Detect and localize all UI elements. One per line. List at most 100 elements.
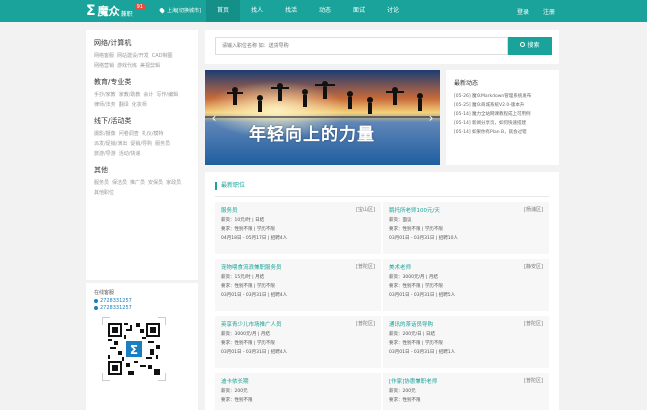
category-link[interactable]: 美视剪辑 bbox=[140, 62, 160, 69]
logo-mark-icon: Σ bbox=[86, 3, 96, 19]
category-link[interactable]: 保洁员 bbox=[112, 179, 127, 186]
job-card[interactable]: [作家]协惠兼职老师 [普陀区] 薪资：200元 要求：性别不限 bbox=[383, 373, 549, 410]
job-salary: 薪资：面议 bbox=[389, 218, 412, 223]
job-card[interactable]: 通讯的茶话员导购 [普陀区] 薪资：200元/日 | 日结 要求：性别不限 | … bbox=[383, 316, 549, 368]
news-title: 最新动态 bbox=[454, 80, 479, 87]
job-salary: 薪资：3000元/月 | 月结 bbox=[221, 332, 270, 337]
logo-text: 魔众 bbox=[97, 5, 120, 18]
nav-item-home[interactable]: 首页 bbox=[206, 0, 240, 22]
nav-item-find-people[interactable]: 找人 bbox=[240, 0, 274, 22]
job-salary: 薪资：200元 bbox=[221, 389, 248, 394]
category-group: 教育/专业类 手抄/家教 家教/助教 会计 写作/编辑 律师/法务 翻译 化妆师 bbox=[94, 77, 190, 108]
category-link[interactable]: 推广员 bbox=[130, 179, 145, 186]
job-card[interactable]: 宠物喂食流浪兼职服务员 [普陀区] 薪资：15元/时 | 月结 要求：性别不限 … bbox=[215, 259, 381, 311]
job-title[interactable]: 宠物喂食流浪兼职服务员 bbox=[221, 263, 375, 271]
category-title[interactable]: 教育/专业类 bbox=[94, 77, 190, 87]
category-link[interactable]: 手抄/家教 bbox=[94, 91, 116, 98]
register-link[interactable]: 注册 bbox=[543, 7, 555, 16]
top-bar: Σ 魔众 兼职 91 上海[切换城市] 首页 找人 找活 动态 面试 讨论 登录… bbox=[0, 0, 647, 22]
category-link[interactable]: 安保员 bbox=[148, 179, 163, 186]
login-link[interactable]: 登录 bbox=[517, 7, 529, 16]
logo-badge: 91 bbox=[134, 4, 145, 10]
job-period: 03月01日 - 03月31日 | 招聘4人 bbox=[221, 293, 288, 298]
banner-slogan: 年轻向上的力量 bbox=[249, 125, 375, 145]
job-salary: 薪资：200元 bbox=[389, 389, 416, 394]
category-group: 线下/活动类 摄影/摄像 问卷调查 礼仪/模特 派发/促销/演出 促销/导购 服… bbox=[94, 116, 190, 157]
job-title[interactable]: 服务员 bbox=[221, 206, 375, 214]
category-link[interactable]: 写作/编辑 bbox=[156, 91, 178, 98]
job-title[interactable]: 英享青少儿市场推广人员 bbox=[221, 320, 375, 328]
qq-icon bbox=[94, 299, 98, 303]
nav-item-feed[interactable]: 动态 bbox=[308, 0, 342, 22]
category-link[interactable]: 网络客服 bbox=[94, 52, 114, 59]
job-card[interactable]: 鹅托所老师100元/天 [杨浦区] 薪资：面议 要求：性别不限 | 学历不限 0… bbox=[383, 202, 549, 254]
category-link[interactable]: 游戏代练 bbox=[117, 62, 137, 69]
job-area: [杨浦区] bbox=[524, 207, 543, 213]
category-link[interactable]: 网站建设/开发 bbox=[117, 52, 149, 59]
category-link[interactable]: 问卷调查 bbox=[119, 130, 139, 137]
city-switcher[interactable]: 上海[切换城市] bbox=[158, 7, 201, 14]
category-link[interactable]: 礼仪/模特 bbox=[142, 130, 164, 137]
category-link[interactable]: 化妆师 bbox=[132, 101, 147, 108]
category-link[interactable]: CAD制图 bbox=[152, 52, 173, 59]
nav-item-interview[interactable]: 面试 bbox=[342, 0, 376, 22]
qq-contact[interactable]: 2728331257 bbox=[94, 305, 190, 311]
nav-item-discussion[interactable]: 讨论 bbox=[376, 0, 410, 22]
city-label: 上海[切换城市] bbox=[167, 8, 201, 14]
banner-carousel[interactable]: ‹ › 年轻向上的力量 bbox=[205, 70, 440, 165]
job-area: [普陀区] bbox=[524, 378, 543, 384]
category-link[interactable]: 翻译 bbox=[119, 101, 129, 108]
job-requirements: 要求：性别不限 | 学历不限 bbox=[389, 284, 443, 289]
category-link[interactable]: 服务员 bbox=[155, 140, 170, 147]
category-link[interactable]: 促销/导购 bbox=[130, 140, 152, 147]
category-link[interactable]: 家政员 bbox=[166, 179, 181, 186]
news-item[interactable]: [05-14] 新闻分享页，如何快速搭建 bbox=[454, 120, 551, 126]
job-card[interactable]: 美术老师 [静安区] 薪资：3000元/月 | 月结 要求：性别不限 | 学历不… bbox=[383, 259, 549, 311]
job-area: [普陀区] bbox=[356, 321, 375, 327]
job-requirements: 要求：性别不限 | 学历不限 bbox=[221, 341, 275, 346]
category-title[interactable]: 线下/活动类 bbox=[94, 116, 190, 126]
banner-next-arrow-icon[interactable]: › bbox=[426, 110, 436, 126]
category-link[interactable]: 服务员 bbox=[94, 179, 109, 186]
job-card[interactable]: 迪卡侬长期 薪资：200元 要求：性别不限 bbox=[215, 373, 381, 410]
job-title[interactable]: [作家]协惠兼职老师 bbox=[389, 377, 543, 385]
qq-contact[interactable]: 2728331257 bbox=[94, 298, 190, 304]
category-title[interactable]: 网络/计算机 bbox=[94, 38, 190, 48]
site-logo[interactable]: Σ 魔众 兼职 91 bbox=[86, 2, 145, 20]
category-link[interactable]: 活动/快递 bbox=[119, 150, 141, 157]
job-period: 03月01日 - 03月31日 | 招聘1人 bbox=[389, 350, 456, 355]
job-period: 04月18日 - 05月17日 | 招聘4人 bbox=[221, 236, 288, 241]
job-requirements: 要求：性别不限 | 学历不限 bbox=[389, 341, 443, 346]
category-link[interactable]: 其他职位 bbox=[94, 189, 114, 196]
search-button[interactable]: 搜索 bbox=[508, 37, 552, 55]
job-card[interactable]: 英享青少儿市场推广人员 [普陀区] 薪资：3000元/月 | 月结 要求：性别不… bbox=[215, 316, 381, 368]
job-period: 03月01日 - 03月31日 | 招聘4人 bbox=[221, 350, 288, 355]
search-button-label: 搜索 bbox=[527, 42, 540, 49]
job-title[interactable]: 鹅托所老师100元/天 bbox=[389, 206, 543, 214]
search-input[interactable] bbox=[215, 37, 508, 55]
category-link[interactable]: 摄影/摄像 bbox=[94, 130, 116, 137]
news-item[interactable]: [05-25] 魔众商城系统V2.0-版本升 bbox=[454, 102, 551, 108]
customer-service-panel: 在线客服 2728331257 2728331257 Σ bbox=[86, 283, 198, 410]
category-link[interactable]: 派发/促销/演出 bbox=[94, 140, 127, 147]
qq-number: 2728331257 bbox=[100, 298, 132, 304]
category-link[interactable]: 网络营销 bbox=[94, 62, 114, 69]
category-title[interactable]: 其他 bbox=[94, 165, 190, 175]
category-link[interactable]: 家教/助教 bbox=[119, 91, 141, 98]
job-card[interactable]: 服务员 [宝山区] 薪资：10元/时 | 日结 要求：性别不限 | 学历不限 0… bbox=[215, 202, 381, 254]
category-link[interactable]: 律师/法务 bbox=[94, 101, 116, 108]
job-title[interactable]: 迪卡侬长期 bbox=[221, 377, 375, 385]
category-link[interactable]: 会计 bbox=[143, 91, 153, 98]
news-item[interactable]: [05-26] 魔众Markdown管理系统发布 bbox=[454, 93, 551, 99]
banner-image bbox=[205, 70, 440, 165]
auth-links: 登录 注册 bbox=[517, 7, 555, 16]
category-link[interactable]: 旅游/导游 bbox=[94, 150, 116, 157]
job-title[interactable]: 通讯的茶话员导购 bbox=[389, 320, 543, 328]
banner-prev-arrow-icon[interactable]: ‹ bbox=[209, 110, 219, 126]
category-sidebar: 网络/计算机 网络客服 网站建设/开发 CAD制图 网络营销 游戏代练 美视剪辑… bbox=[86, 30, 198, 280]
job-title[interactable]: 美术老师 bbox=[389, 263, 543, 271]
customer-service-title: 在线客服 bbox=[94, 290, 115, 296]
news-item[interactable]: [05-14] 魔力全站网课教程成上可用例 bbox=[454, 111, 551, 117]
news-item[interactable]: [05-14] 如果你有Plan B，就会过错 bbox=[454, 129, 551, 135]
nav-item-find-jobs[interactable]: 找活 bbox=[274, 0, 308, 22]
